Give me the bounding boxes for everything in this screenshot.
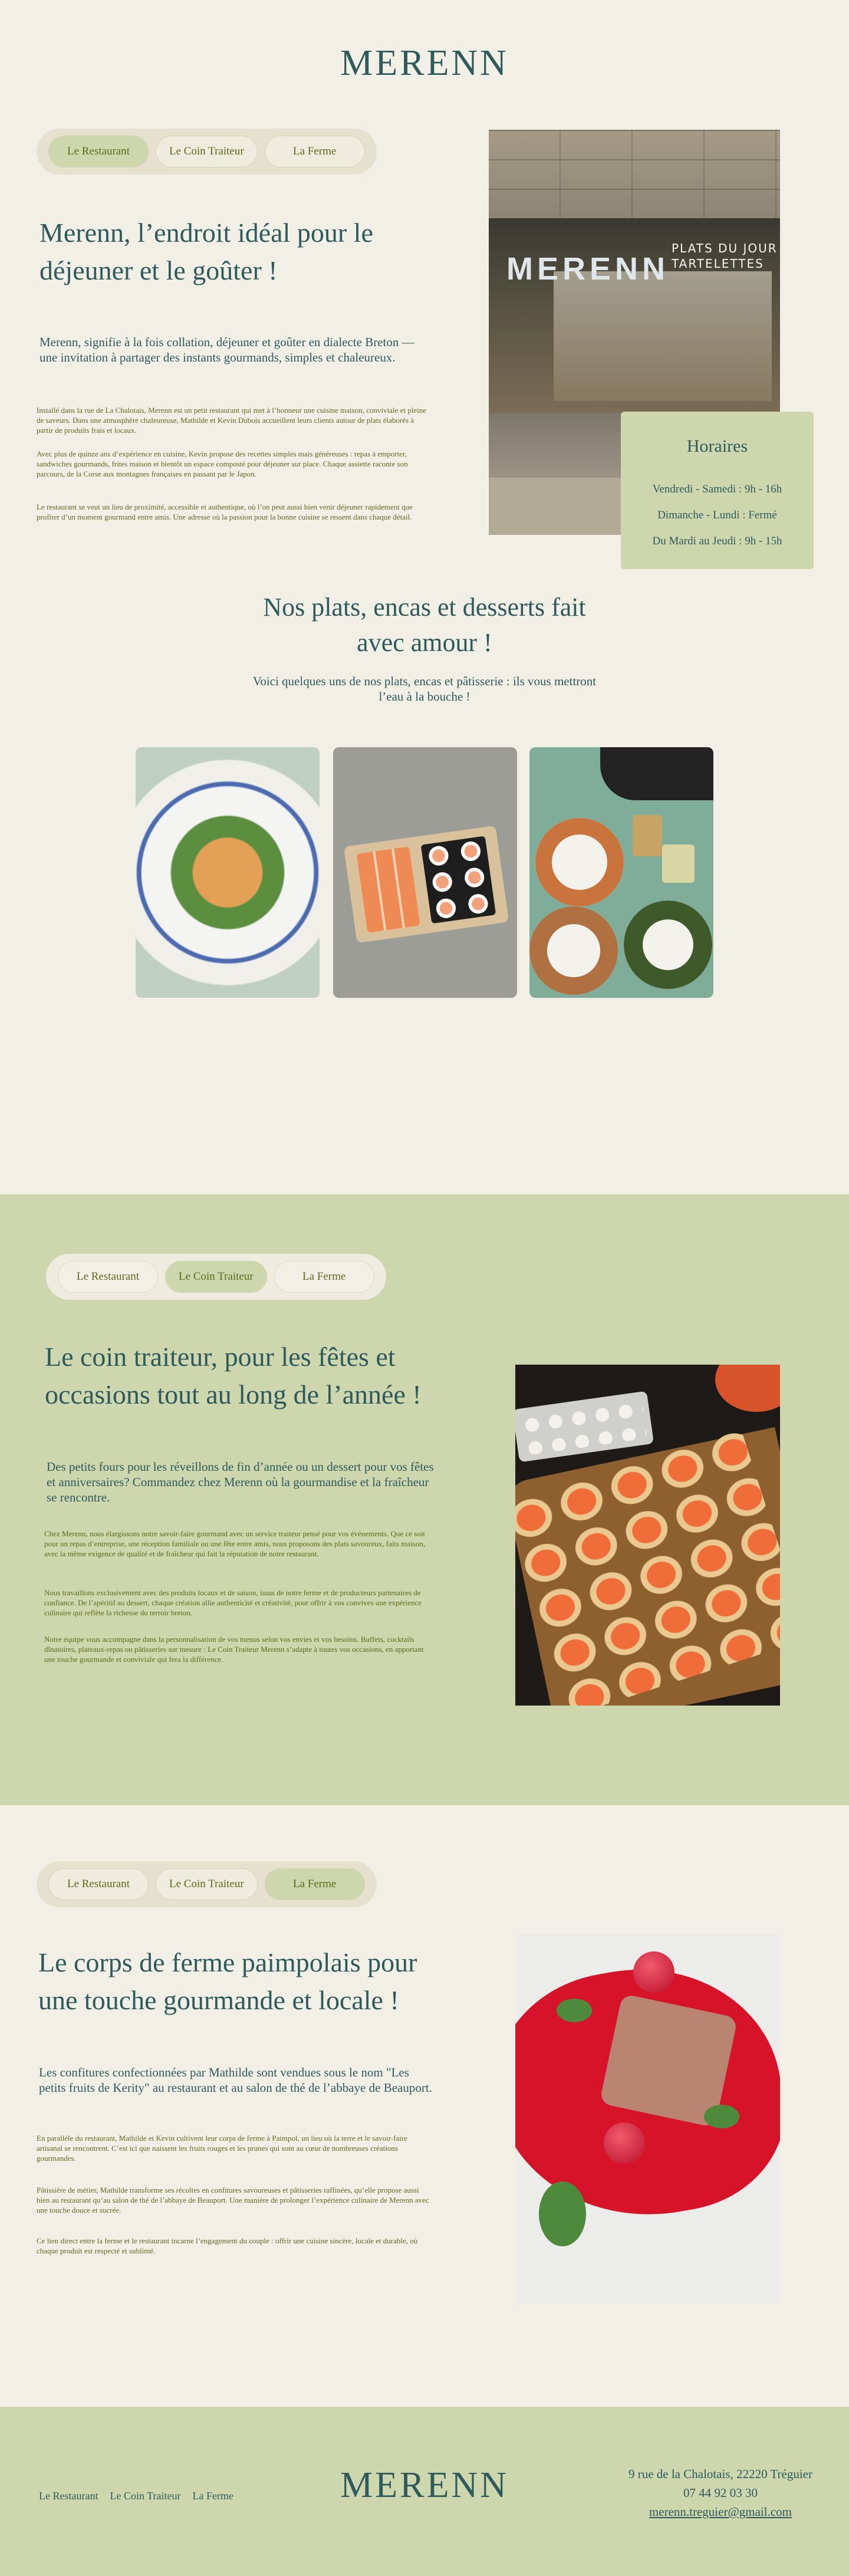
- restaurant-lead: Merenn, signifie à la fois collation, dé…: [40, 335, 414, 364]
- footer-email-link[interactable]: merenn.treguier@gmail.com: [628, 2502, 812, 2521]
- section-tabs: Le Restaurant Le Coin Traiteur La Ferme: [37, 129, 377, 175]
- hours-line: Vendredi - Samedi : 9h - 16h: [652, 483, 782, 495]
- restaurant-paragraph: Le restaurant se veut un lieu de proximi…: [37, 502, 413, 521]
- restaurant-section: Le Restaurant Le Coin Traiteur La Ferme …: [0, 121, 849, 590]
- dish-photo-salad: [136, 747, 320, 998]
- tab-ferme[interactable]: La Ferme: [264, 136, 365, 167]
- tab-restaurant[interactable]: Le Restaurant: [58, 1261, 158, 1293]
- site-footer: Le Restaurant Le Coin Traiteur La Ferme …: [0, 2407, 849, 2576]
- site-header: MERENN: [0, 0, 849, 121]
- ferme-title: Le corps de ferme paimpolais pour une to…: [38, 1947, 417, 2015]
- dessert-photo: [515, 1934, 780, 2304]
- plate: [535, 818, 624, 906]
- hours-line: Dimanche - Lundi : Fermé: [657, 509, 777, 521]
- tab-coin-traiteur[interactable]: Le Coin Traiteur: [156, 136, 258, 167]
- glass: [662, 845, 695, 883]
- photo-plate: [515, 1391, 654, 1463]
- photo-raspberry: [604, 2122, 645, 2164]
- traiteur-paragraph: Nous travaillons exclusivement avec des …: [44, 1588, 422, 1617]
- tab-restaurant[interactable]: Le Restaurant: [48, 136, 149, 167]
- photo-leaf: [539, 2181, 586, 2246]
- restaurant-paragraph: Avec plus de quinze ans d’expérience en …: [37, 449, 408, 478]
- canapes-photo: [515, 1365, 780, 1706]
- opening-hours-card: Horaires Vendredi - Samedi : 9h - 16h Di…: [621, 412, 814, 569]
- photo-stone-wall: [489, 130, 780, 218]
- plate: [529, 906, 618, 995]
- traiteur-paragraph: Chez Merenn, nous élargissons notre savo…: [44, 1529, 426, 1558]
- storefront-board: PLATS DU JOUR TARTELETTES: [672, 241, 778, 271]
- photo-leaf: [557, 1999, 592, 2022]
- sushi-tray: [343, 825, 509, 944]
- ferme-paragraph: Pâtissière de métier, Mathilde transform…: [37, 2186, 429, 2214]
- glass: [633, 815, 662, 856]
- site-logo[interactable]: MERENN: [340, 42, 509, 84]
- footer-contact: 9 rue de la Chalotais, 22220 Tréguier 07…: [628, 2465, 812, 2521]
- photo-leaf: [704, 2105, 739, 2128]
- tab-ferme[interactable]: La Ferme: [274, 1261, 374, 1293]
- traiteur-section: Le Restaurant Le Coin Traiteur La Ferme …: [0, 1194, 849, 1805]
- section-tabs: Le Restaurant Le Coin Traiteur La Ferme: [37, 1861, 377, 1907]
- traiteur-title: Le coin traiteur, pour les fêtes et occa…: [45, 1342, 422, 1409]
- photo-raspberry: [633, 1951, 674, 1993]
- tab-ferme[interactable]: La Ferme: [264, 1868, 365, 1900]
- section-tabs: Le Restaurant Le Coin Traiteur La Ferme: [46, 1254, 386, 1300]
- ferme-paragraph: Ce lien direct entre la ferme et le rest…: [37, 2236, 418, 2255]
- hours-line: Du Mardi au Jeudi : 9h - 15h: [652, 535, 782, 547]
- traiteur-lead: Des petits fours pour les réveillons de …: [47, 1460, 434, 1504]
- tab-coin-traiteur[interactable]: Le Coin Traiteur: [156, 1868, 258, 1900]
- photo-shop-window: MERENN PLATS DU JOUR TARTELETTES: [489, 218, 780, 413]
- plate: [624, 901, 712, 989]
- storefront-sign: MERENN: [506, 251, 670, 287]
- dish-photo-table: [529, 747, 713, 998]
- photo-interior: [554, 271, 772, 401]
- ferme-lead: Les confitures confectionnées par Mathil…: [39, 2065, 432, 2095]
- tab-restaurant[interactable]: Le Restaurant: [48, 1868, 149, 1900]
- restaurant-title: Merenn, l’endroit idéal pour le déjeuner…: [40, 218, 373, 285]
- ferme-section: Le Restaurant Le Coin Traiteur La Ferme …: [0, 1805, 849, 2407]
- ferme-paragraph: En parallèle du restaurant, Mathilde et …: [37, 2134, 407, 2163]
- tab-coin-traiteur[interactable]: Le Coin Traiteur: [165, 1261, 267, 1293]
- dishes-subtitle: Voici quelques uns de nos plats, encas e…: [252, 674, 597, 704]
- dish-photo-sushi: [333, 747, 517, 998]
- hours-title: Horaires: [686, 436, 748, 456]
- dishes-section: Nos plats, encas et desserts fait avec a…: [0, 590, 849, 1194]
- footer-address: 9 rue de la Chalotais, 22220 Tréguier: [628, 2467, 812, 2481]
- dishes-title: Nos plats, encas et desserts fait avec a…: [263, 593, 586, 657]
- restaurant-paragraph: Installé dans la rue de La Chalotais, Me…: [37, 406, 426, 435]
- photo-background: [600, 747, 713, 800]
- photo-bowl: [715, 1365, 780, 1412]
- traiteur-paragraph: Notre équipe vous accompagne dans la per…: [44, 1635, 424, 1664]
- footer-phone[interactable]: 07 44 92 03 30: [628, 2483, 812, 2502]
